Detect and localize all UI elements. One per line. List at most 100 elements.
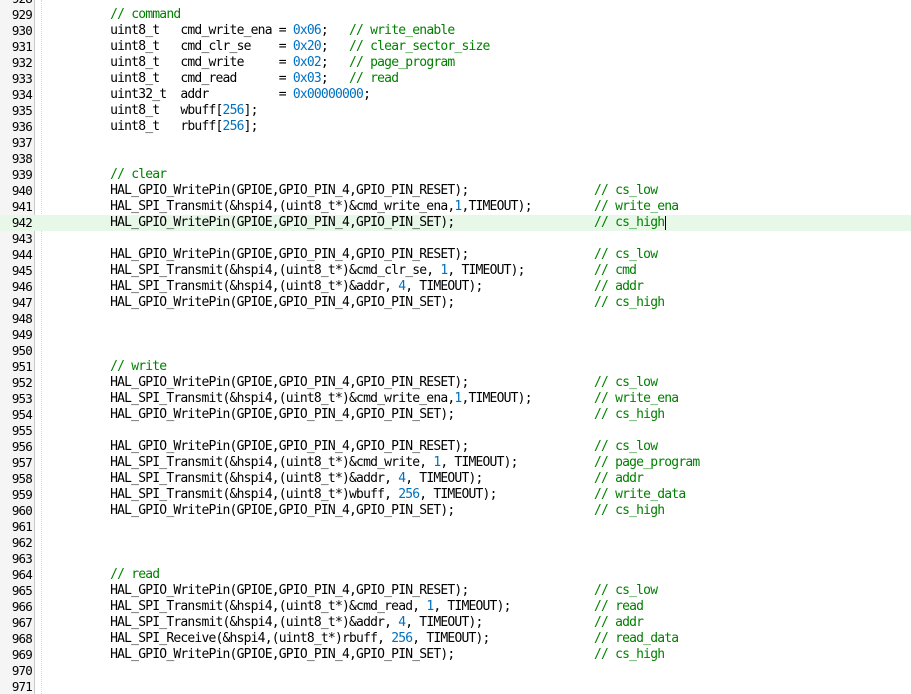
code-line[interactable]: 932 uint8_t cmd_write = 0x02; // page_pr… [0,55,911,71]
code-line[interactable]: 944 HAL_GPIO_WritePin(GPIOE,GPIO_PIN_4,G… [0,247,911,263]
code-line[interactable]: 934 uint32_t addr = 0x00000000; [0,87,911,103]
code-token: , TIMEOUT); [447,263,525,278]
line-number: 954 [11,407,33,422]
current-code-line[interactable]: 942 HAL_GPIO_WritePin(GPIOE,GPIO_PIN_4,G… [0,215,911,231]
code-token: HAL_SPI_Transmit(&hspi4,(uint8_t*)&cmd_r… [82,599,427,614]
code-line[interactable]: 961 [0,519,911,535]
code-comment: // page_program [349,55,455,70]
code-text: uint8_t cmd_read = 0x03; // read [82,71,399,87]
code-line[interactable]: 951 // write [0,359,911,375]
code-line[interactable]: 966 HAL_SPI_Transmit(&hspi4,(uint8_t*)&c… [0,599,911,615]
code-line[interactable]: 940 HAL_GPIO_WritePin(GPIOE,GPIO_PIN_4,G… [0,183,911,199]
code-line[interactable]: 945 HAL_SPI_Transmit(&hspi4,(uint8_t*)&c… [0,263,911,279]
trailing-comment: // cs_high [594,503,665,518]
line-number: 933 [11,71,33,86]
code-token: ; [363,87,371,102]
code-token: HAL_GPIO_WritePin(GPIOE,GPIO_PIN_4,GPIO_… [82,215,455,230]
code-line[interactable]: 971 [0,679,911,694]
trailing-comment: // cs_low [594,247,658,262]
code-lines: 928929 // command930 uint8_t cmd_write_e… [0,0,911,694]
line-number: 971 [11,679,33,694]
line-number: 938 [11,151,33,166]
code-line[interactable]: 968 HAL_SPI_Receive(&hspi4,(uint8_t*)rbu… [0,631,911,647]
code-line[interactable]: 963 [0,551,911,567]
code-line[interactable]: 935 uint8_t wbuff[256]; [0,103,911,119]
code-comment: // command [110,7,181,22]
line-number: 967 [11,615,33,630]
code-text: HAL_GPIO_WritePin(GPIOE,GPIO_PIN_4,GPIO_… [82,215,455,231]
code-text: HAL_GPIO_WritePin(GPIOE,GPIO_PIN_4,GPIO_… [82,183,469,199]
line-number: 955 [11,423,33,438]
code-token: ; [320,23,350,38]
code-line[interactable]: 952 HAL_GPIO_WritePin(GPIOE,GPIO_PIN_4,G… [0,375,911,391]
code-line[interactable]: 930 uint8_t cmd_write_ena = 0x06; // wri… [0,23,911,39]
code-line[interactable]: 937 [0,135,911,151]
code-line[interactable]: 931 uint8_t cmd_clr_se = 0x20; // clear_… [0,39,911,55]
code-token: uint8_t rbuff[ [82,119,223,134]
code-line[interactable]: 954 HAL_GPIO_WritePin(GPIOE,GPIO_PIN_4,G… [0,407,911,423]
code-token: ; [320,55,350,70]
code-line[interactable]: 933 uint8_t cmd_read = 0x03; // read [0,71,911,87]
code-token: HAL_SPI_Transmit(&hspi4,(uint8_t*)&addr, [82,279,399,294]
code-line[interactable]: 948 [0,311,911,327]
code-token: uint8_t wbuff[ [82,103,223,118]
code-text: HAL_SPI_Transmit(&hspi4,(uint8_t*)&addr,… [82,279,483,295]
code-line[interactable]: 929 // command [0,7,911,23]
code-line[interactable]: 962 [0,535,911,551]
code-line[interactable]: 953 HAL_SPI_Transmit(&hspi4,(uint8_t*)&c… [0,391,911,407]
line-number: 944 [11,247,33,262]
code-text: // command [82,7,181,23]
code-line[interactable]: 964 // read [0,567,911,583]
code-line[interactable]: 943 [0,231,911,247]
line-number: 930 [11,23,33,38]
line-number: 960 [11,503,33,518]
code-comment: // write [110,359,167,374]
code-token: HAL_GPIO_WritePin(GPIOE,GPIO_PIN_4,GPIO_… [82,247,469,262]
code-text: uint32_t addr = 0x00000000; [82,87,371,103]
code-number: 0x00000000 [292,87,364,102]
code-line[interactable]: 965 HAL_GPIO_WritePin(GPIOE,GPIO_PIN_4,G… [0,583,911,599]
code-text: HAL_GPIO_WritePin(GPIOE,GPIO_PIN_4,GPIO_… [82,295,455,311]
trailing-comment: // addr [594,615,644,630]
code-text: HAL_SPI_Transmit(&hspi4,(uint8_t*)&cmd_r… [82,599,511,615]
code-line[interactable]: 955 [0,423,911,439]
code-token: , TIMEOUT); [412,631,490,646]
line-number: 970 [11,663,33,678]
code-line[interactable]: 928 [0,0,911,7]
code-text: HAL_GPIO_WritePin(GPIOE,GPIO_PIN_4,GPIO_… [82,583,469,599]
code-line[interactable]: 938 [0,151,911,167]
line-number: 939 [11,167,33,182]
line-number: 943 [11,231,33,246]
line-number: 936 [11,119,33,134]
code-token: , TIMEOUT); [419,487,497,502]
code-line[interactable]: 969 HAL_GPIO_WritePin(GPIOE,GPIO_PIN_4,G… [0,647,911,663]
trailing-comment: // cs_low [594,583,658,598]
code-token: ,TIMEOUT); [461,199,532,214]
code-token: HAL_SPI_Transmit(&hspi4,(uint8_t*)wbuff, [82,487,399,502]
trailing-comment: // cs_high [594,295,665,310]
code-line[interactable]: 956 HAL_GPIO_WritePin(GPIOE,GPIO_PIN_4,G… [0,439,911,455]
code-line[interactable]: 957 HAL_SPI_Transmit(&hspi4,(uint8_t*)&c… [0,455,911,471]
code-line[interactable]: 941 HAL_SPI_Transmit(&hspi4,(uint8_t*)&c… [0,199,911,215]
code-line[interactable]: 960 HAL_GPIO_WritePin(GPIOE,GPIO_PIN_4,G… [0,503,911,519]
code-token: , TIMEOUT); [433,599,511,614]
code-line[interactable]: 949 [0,327,911,343]
code-token: , TIMEOUT); [405,279,483,294]
code-line[interactable]: 939 // clear [0,167,911,183]
code-line[interactable]: 947 HAL_GPIO_WritePin(GPIOE,GPIO_PIN_4,G… [0,295,911,311]
code-line[interactable]: 959 HAL_SPI_Transmit(&hspi4,(uint8_t*)wb… [0,487,911,503]
code-line[interactable]: 958 HAL_SPI_Transmit(&hspi4,(uint8_t*)&a… [0,471,911,487]
trailing-comment: // addr [594,471,644,486]
code-line[interactable]: 936 uint8_t rbuff[256]; [0,119,911,135]
code-number: 0x20 [292,39,322,54]
code-line[interactable]: 946 HAL_SPI_Transmit(&hspi4,(uint8_t*)&a… [0,279,911,295]
trailing-comment: // write_ena [594,199,679,214]
code-line[interactable]: 950 [0,343,911,359]
code-text: uint8_t cmd_write_ena = 0x06; // write_e… [82,23,455,39]
code-token: , TIMEOUT); [440,455,518,470]
code-line[interactable]: 967 HAL_SPI_Transmit(&hspi4,(uint8_t*)&a… [0,615,911,631]
code-line[interactable]: 970 [0,663,911,679]
code-editor[interactable]: 928929 // command930 uint8_t cmd_write_e… [0,0,911,694]
code-token: uint8_t cmd_write_ena = [82,23,293,38]
code-comment: // read [349,71,399,86]
